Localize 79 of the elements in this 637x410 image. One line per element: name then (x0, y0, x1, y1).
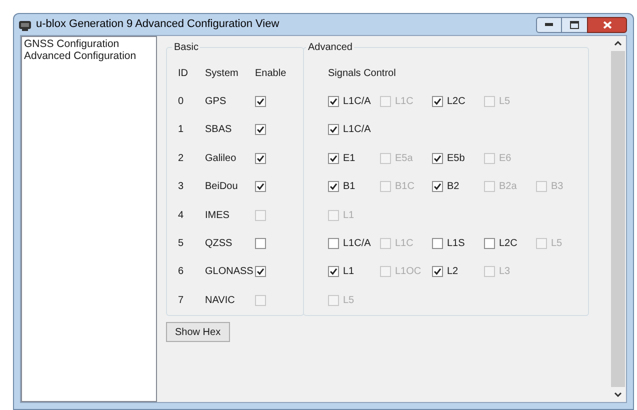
scroll-down-icon (614, 392, 622, 397)
signal-label: E5a (395, 152, 413, 166)
app-icon (18, 18, 32, 30)
signal-label: L2C (499, 237, 518, 252)
checkbox[interactable] (328, 96, 339, 108)
checkbox[interactable] (432, 96, 443, 108)
group-legend: Advanced (306, 40, 354, 55)
minimize-icon (545, 23, 553, 26)
column-header: System (205, 66, 240, 81)
window-title: u-blox Generation 9 Advanced Configuration View (36, 17, 280, 32)
id-label: 0 (178, 95, 185, 110)
scroll-up-icon (614, 41, 622, 46)
signal-label: B1C (395, 180, 414, 194)
system-label: IMES (205, 208, 230, 223)
column-header: ID (178, 66, 189, 81)
checkbox[interactable] (328, 124, 339, 136)
signal-label: E5b (447, 152, 465, 166)
signal-label: L1C (395, 237, 414, 252)
id-label: 2 (178, 152, 185, 166)
maximize-icon (570, 20, 579, 28)
signal-label: B2 (447, 180, 460, 194)
id-label: 5 (178, 237, 185, 252)
checkbox[interactable] (255, 238, 266, 250)
id-label: 4 (178, 208, 185, 223)
system-label: Galileo (205, 152, 238, 166)
checkbox[interactable] (432, 238, 443, 250)
signals-heading: Signals Control (328, 66, 396, 81)
system-label: NAVIC (205, 294, 236, 308)
id-label: 3 (178, 180, 185, 194)
system-label: GPS (205, 95, 228, 110)
checkbox[interactable] (432, 266, 443, 278)
signal-label: L1S (447, 237, 465, 252)
signal-label: E6 (499, 152, 512, 166)
signal-label: L5 (499, 95, 510, 110)
checkbox[interactable] (255, 124, 266, 136)
signal-label: E1 (343, 152, 356, 166)
signal-label: B3 (551, 180, 564, 194)
system-label: BeiDou (205, 180, 239, 194)
scroll-thumb[interactable] (610, 51, 624, 387)
checkbox[interactable] (328, 238, 339, 250)
signal-label: L3 (499, 265, 510, 280)
checkbox[interactable] (255, 96, 266, 108)
signal-label: L5 (343, 294, 354, 308)
checkbox[interactable] (432, 181, 443, 192)
signal-label: L1C (395, 95, 414, 110)
checkbox[interactable] (255, 152, 266, 164)
tree-item[interactable]: Advanced Configuration (23, 50, 155, 62)
show-hex-button[interactable]: Show Hex (166, 322, 230, 342)
signal-label: L1C/A (343, 237, 371, 252)
checkbox[interactable] (255, 266, 266, 278)
system-label: SBAS (205, 123, 233, 138)
id-label: 6 (178, 265, 185, 280)
signal-label: L5 (551, 237, 562, 252)
checkbox[interactable] (328, 181, 339, 192)
signal-label: L1 (343, 265, 354, 280)
column-header: Enable (255, 66, 286, 81)
id-label: 7 (178, 294, 185, 308)
signal-label: B1 (343, 180, 356, 194)
signal-label: L1 (343, 208, 354, 223)
signal-label: L1OC (395, 265, 422, 280)
signal-label: L1C/A (343, 95, 371, 110)
checkbox[interactable] (255, 181, 266, 192)
close-icon (602, 20, 612, 28)
checkbox[interactable] (328, 152, 339, 164)
id-label: 1 (178, 123, 185, 138)
signal-label: L2 (447, 265, 458, 280)
checkbox[interactable] (484, 238, 495, 250)
tree-item[interactable]: GNSS Configuration (23, 38, 155, 50)
group-legend: Basic (172, 40, 200, 55)
signal-label: L2C (447, 95, 466, 110)
signal-label: B2a (499, 180, 517, 194)
signal-label: L1C/A (343, 123, 371, 138)
system-label: QZSS (205, 237, 234, 252)
checkbox[interactable] (432, 152, 443, 164)
maximize-button[interactable] (562, 16, 587, 32)
close-button[interactable] (587, 16, 627, 32)
checkbox[interactable] (328, 266, 339, 278)
minimize-button[interactable] (536, 16, 562, 32)
system-label: GLONASS (205, 265, 254, 280)
